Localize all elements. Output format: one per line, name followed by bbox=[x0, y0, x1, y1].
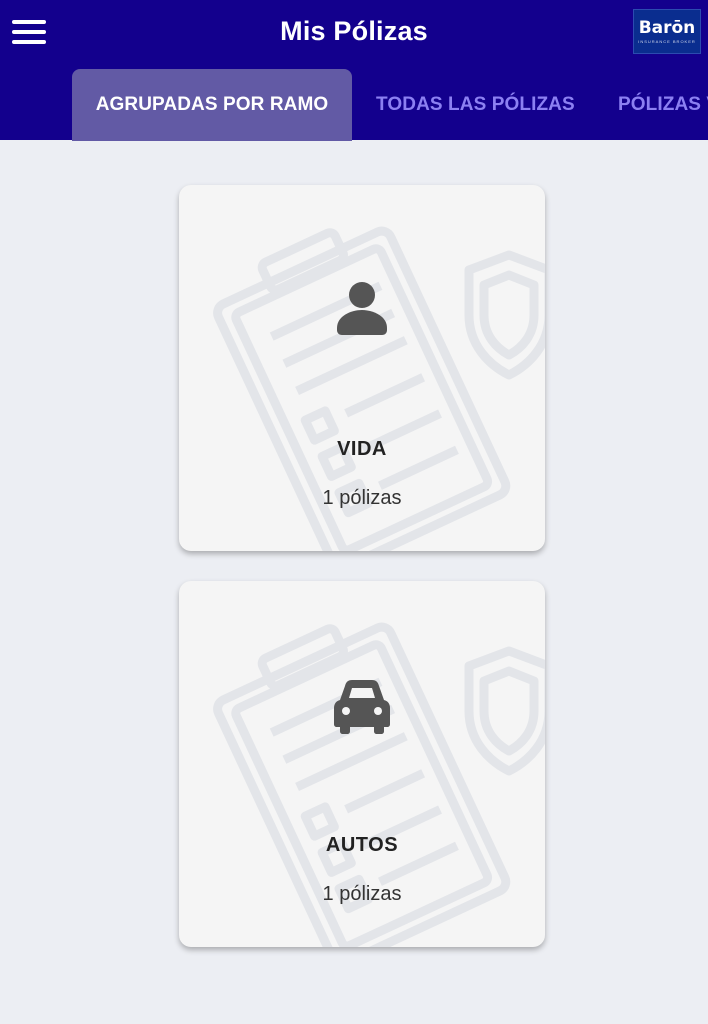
category-card-vida[interactable]: VIDA 1 pólizas bbox=[179, 185, 545, 551]
person-icon bbox=[337, 282, 387, 335]
tab-todas-las-polizas[interactable]: TODAS LAS PÓLIZAS bbox=[376, 69, 575, 141]
app-bar: Mis Pólizas Barōn INSURANCE BROKER AGRUP… bbox=[0, 0, 708, 141]
tab-agrupadas-por-ramo[interactable]: AGRUPADAS POR RAMO bbox=[72, 69, 352, 141]
tab-polizas-vencidas[interactable]: PÓLIZAS V bbox=[618, 69, 708, 141]
car-icon bbox=[334, 680, 390, 734]
page-title: Mis Pólizas bbox=[280, 16, 428, 46]
category-card-autos[interactable]: AUTOS 1 pólizas bbox=[179, 581, 545, 947]
policy-count: 1 pólizas bbox=[322, 487, 402, 509]
baron-logo: Barōn INSURANCE BROKER bbox=[633, 9, 701, 54]
tab-bar: AGRUPADAS POR RAMO TODAS LAS PÓLIZAS PÓL… bbox=[0, 69, 708, 141]
policy-count: 1 pólizas bbox=[322, 883, 402, 905]
category-name: AUTOS bbox=[325, 834, 399, 856]
category-name: VIDA bbox=[337, 438, 387, 460]
